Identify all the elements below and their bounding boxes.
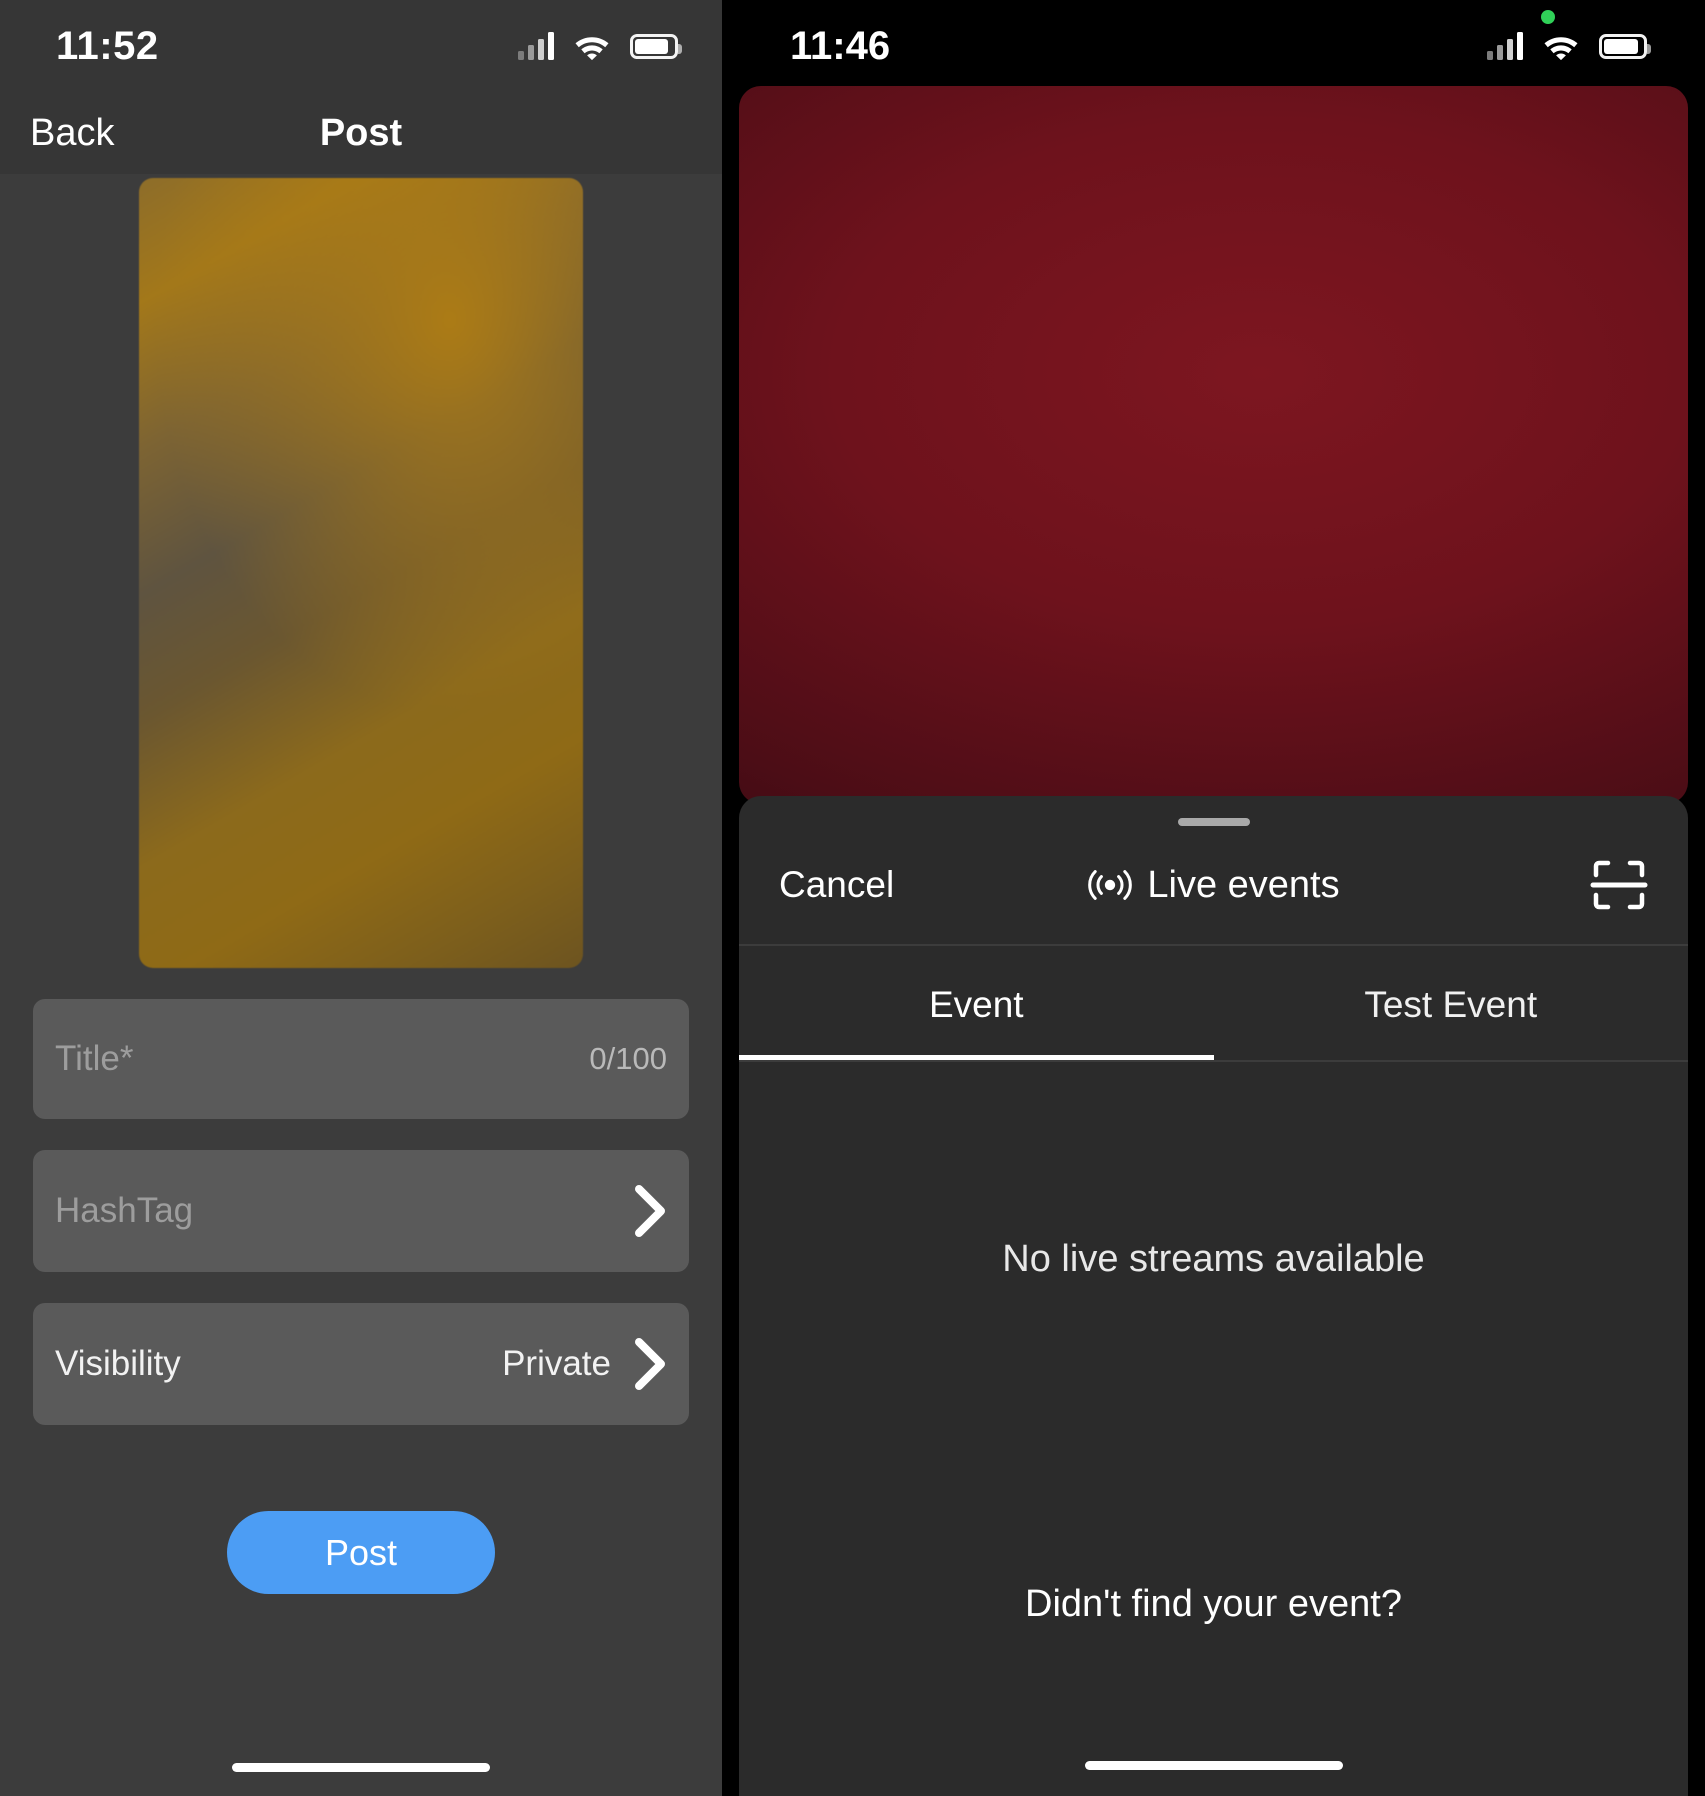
dual-phone-screenshot: 11:52 Back Post Title* 0/100 HashTag Vis… xyxy=(0,0,1705,1796)
post-form-content: Title* 0/100 HashTag Visibility Private … xyxy=(0,174,722,1796)
title-field[interactable]: Title* 0/100 xyxy=(33,999,689,1119)
wifi-icon xyxy=(574,33,610,60)
broadcast-icon xyxy=(1087,867,1133,903)
home-indicator xyxy=(232,1763,490,1772)
title-char-counter: 0/100 xyxy=(589,1041,667,1076)
left-phone-screen: 11:52 Back Post Title* 0/100 HashTag Vis… xyxy=(0,0,722,1796)
visibility-field[interactable]: Visibility Private xyxy=(33,1303,689,1425)
camera-active-indicator-icon xyxy=(1541,10,1555,24)
tab-event[interactable]: Event xyxy=(739,946,1214,1060)
status-bar-time: 11:52 xyxy=(56,23,159,68)
cellular-signal-icon xyxy=(1487,32,1523,60)
hashtag-field[interactable]: HashTag xyxy=(33,1150,689,1272)
didnt-find-event-link[interactable]: Didn't find your event? xyxy=(739,1583,1688,1626)
video-thumbnail-preview[interactable] xyxy=(139,178,583,968)
live-camera-preview[interactable] xyxy=(739,86,1688,804)
back-button[interactable]: Back xyxy=(30,112,114,155)
active-tab-underline xyxy=(739,1055,1214,1060)
event-tabs: Event Test Event xyxy=(739,946,1688,1060)
tab-test-event[interactable]: Test Event xyxy=(1214,946,1689,1060)
tabs-baseline-divider xyxy=(739,1060,1688,1062)
status-bar-time: 11:46 xyxy=(790,23,891,68)
scan-barcode-icon[interactable] xyxy=(1590,857,1648,913)
visibility-value: Private xyxy=(502,1344,611,1383)
post-submit-button[interactable]: Post xyxy=(227,1511,495,1594)
right-phone-screen: 11:46 Cancel Live events Event Test Even… xyxy=(722,0,1705,1796)
chevron-right-icon xyxy=(633,1338,667,1390)
home-indicator xyxy=(1084,1761,1343,1770)
status-bar-icons xyxy=(1487,32,1651,60)
sheet-header: Cancel Live events xyxy=(739,826,1688,944)
title-input-placeholder[interactable]: Title* xyxy=(55,1039,133,1079)
hashtag-input-placeholder[interactable]: HashTag xyxy=(55,1191,193,1231)
battery-icon xyxy=(630,33,682,59)
cancel-button[interactable]: Cancel xyxy=(779,864,894,906)
sheet-drag-handle[interactable] xyxy=(1177,818,1250,826)
live-events-bottom-sheet: Cancel Live events Event Test Event No l… xyxy=(739,796,1688,1796)
chevron-right-icon xyxy=(633,1185,667,1237)
visibility-label: Visibility xyxy=(55,1344,181,1383)
cellular-signal-icon xyxy=(518,32,554,60)
left-nav-bar: Back Post xyxy=(0,92,722,174)
sheet-title: Live events xyxy=(1147,863,1340,906)
wifi-icon xyxy=(1543,33,1579,60)
empty-state-message: No live streams available xyxy=(1002,1238,1425,1280)
right-status-bar: 11:46 xyxy=(722,0,1705,92)
left-status-bar: 11:52 xyxy=(0,0,722,92)
battery-icon xyxy=(1599,33,1651,59)
media-preview-container xyxy=(33,174,689,968)
post-button-container: Post xyxy=(33,1511,689,1594)
status-bar-icons xyxy=(518,32,682,60)
